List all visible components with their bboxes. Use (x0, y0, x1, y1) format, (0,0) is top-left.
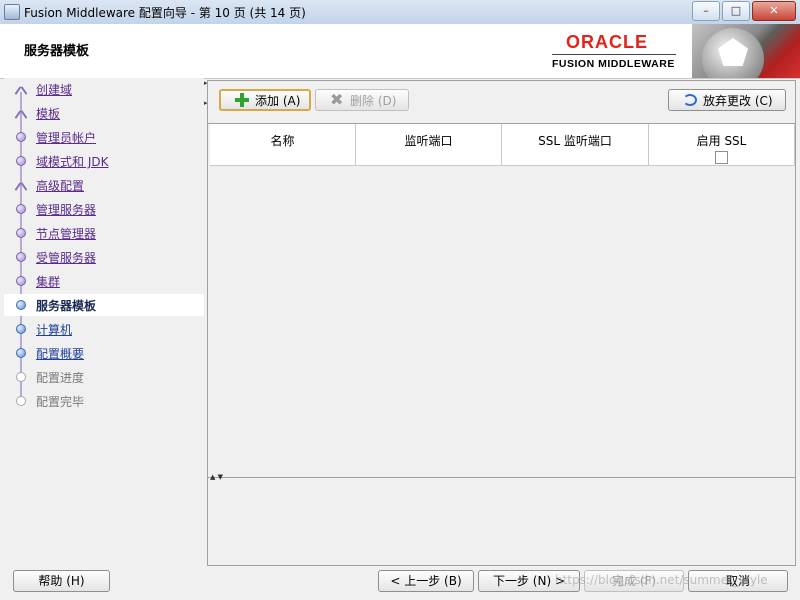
delete-x-icon: ✖ (330, 90, 344, 109)
discard-changes-button[interactable]: 放弃更改 (C) (668, 89, 786, 111)
plus-icon (235, 93, 249, 107)
detail-pane (208, 483, 795, 565)
delete-button[interactable]: ✖ 删除 (D) (315, 89, 409, 111)
step-done-icon (16, 204, 26, 214)
discard-button-label: 放弃更改 (C) (703, 93, 773, 108)
step-fork-icon (16, 84, 26, 94)
column-header-name[interactable]: 名称 (210, 124, 356, 166)
sidebar-item-create-domain[interactable]: 创建域 (4, 78, 204, 100)
step-pending-icon (16, 396, 26, 406)
sidebar-item-config-progress: 配置进度 (4, 366, 204, 388)
sidebar-item-server-templates[interactable]: 服务器模板 (4, 294, 204, 316)
sidebar-item-label: 管理员帐户 (36, 131, 97, 145)
sidebar-item-label: 高级配置 (36, 179, 85, 193)
minimize-button[interactable]: – (692, 1, 720, 21)
maximize-button[interactable]: □ (722, 1, 750, 21)
enable-ssl-all-checkbox[interactable] (715, 151, 728, 164)
app-icon (4, 4, 20, 20)
fusion-middleware-logo: FUSION MIDDLEWARE (552, 58, 675, 70)
sidebar-item-label: 受管服务器 (36, 251, 97, 265)
sidebar-item-label: 域模式和 JDK (36, 155, 109, 169)
main-content-panel: 添加 (A) ✖ 删除 (D) 放弃更改 (C) 名称 监听端口 SSL 监听端… (207, 80, 796, 566)
sidebar-item-config-summary[interactable]: 配置概要 (4, 342, 204, 364)
server-templates-table: 名称 监听端口 SSL 监听端口 启用 SSL (208, 123, 795, 478)
wizard-steps-sidebar: 创建域 模板 管理员帐户 域模式和 JDK 高级配置 管理服务器 节点管理器 受… (4, 78, 204, 560)
step-current-icon (16, 300, 26, 310)
back-button[interactable]: < 上一步 (B) (378, 570, 474, 592)
step-done-icon (16, 276, 26, 286)
sidebar-item-label: 配置概要 (36, 347, 85, 361)
sidebar-item-label: 集群 (36, 275, 61, 289)
step-done-icon (16, 228, 26, 238)
splitter-arrows-icon[interactable]: ▲ ▼ (210, 473, 223, 481)
table-header: 名称 监听端口 SSL 监听端口 启用 SSL (210, 124, 795, 166)
sidebar-item-templates[interactable]: 模板 (4, 102, 204, 124)
window-title: Fusion Middleware 配置向导 - 第 10 页 (共 14 页) (24, 6, 306, 20)
sidebar-item-domain-mode-jdk[interactable]: 域模式和 JDK (4, 150, 204, 172)
sidebar-item-node-manager[interactable]: 节点管理器 (4, 222, 204, 244)
window-titlebar: Fusion Middleware 配置向导 - 第 10 页 (共 14 页)… (0, 0, 800, 25)
logo-divider (552, 54, 676, 55)
sidebar-item-admin-account[interactable]: 管理员帐户 (4, 126, 204, 148)
help-button[interactable]: 帮助 (H) (13, 570, 110, 592)
add-button[interactable]: 添加 (A) (219, 89, 311, 111)
step-done-icon (16, 252, 26, 262)
sidebar-item-label: 配置完毕 (36, 395, 85, 409)
watermark-text: https://blog.csdn.net/summer_style (555, 573, 768, 587)
sidebar-item-clusters[interactable]: 集群 (4, 270, 204, 292)
sidebar-item-managed-servers[interactable]: 受管服务器 (4, 246, 204, 268)
step-fork-icon (16, 108, 26, 118)
undo-icon (683, 94, 697, 106)
sidebar-item-machines[interactable]: 计算机 (4, 318, 204, 340)
brand-badge-icon (692, 24, 800, 78)
sidebar-item-label: 节点管理器 (36, 227, 97, 241)
step-pending-icon (16, 372, 26, 382)
column-header-ssl-listen-port[interactable]: SSL 监听端口 (502, 124, 649, 166)
sidebar-item-advanced-config[interactable]: 高级配置 (4, 174, 204, 196)
sidebar-item-label: 服务器模板 (36, 299, 97, 313)
close-button[interactable]: ✕ (752, 1, 796, 21)
sidebar-item-label: 管理服务器 (36, 203, 97, 217)
sidebar-item-label: 模板 (36, 107, 61, 121)
add-button-label: 添加 (A) (255, 93, 301, 108)
sidebar-item-label: 计算机 (36, 323, 73, 337)
sidebar-item-label: 配置进度 (36, 371, 85, 385)
column-header-enable-ssl: 启用 SSL (649, 124, 795, 166)
step-next-icon (16, 348, 26, 358)
sidebar-item-config-complete: 配置完毕 (4, 390, 204, 412)
step-fork-icon (16, 180, 26, 190)
sidebar-item-admin-server[interactable]: 管理服务器 (4, 198, 204, 220)
step-done-icon (16, 156, 26, 166)
step-done-icon (16, 132, 26, 142)
page-title: 服务器模板 (24, 44, 90, 59)
delete-button-label: 删除 (D) (350, 93, 397, 108)
oracle-logo: ORACLE (566, 32, 648, 52)
step-next-icon (16, 324, 26, 334)
sidebar-item-label: 创建域 (36, 83, 73, 97)
wizard-header: 服务器模板 ORACLE FUSION MIDDLEWARE (0, 24, 800, 79)
column-header-listen-port[interactable]: 监听端口 (356, 124, 502, 166)
